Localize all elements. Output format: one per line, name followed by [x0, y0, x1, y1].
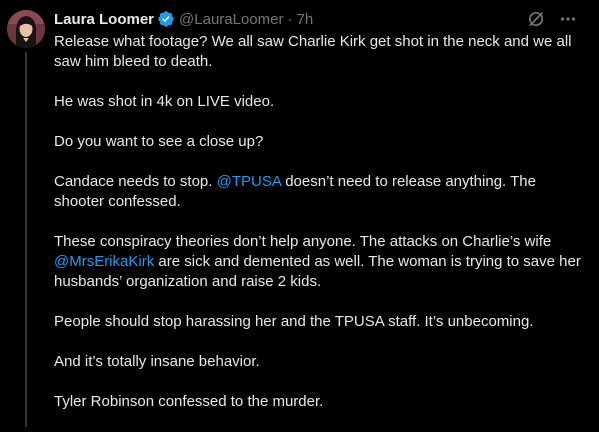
header-actions [527, 10, 577, 28]
tweet: Laura Loomer @LauraLoomer · 7h Release w… [0, 0, 599, 427]
author-name[interactable]: Laura Loomer [54, 11, 154, 28]
verified-badge-icon[interactable] [157, 10, 175, 28]
paragraph-text: Candace needs to stop. [54, 173, 217, 190]
mention-link-mrserikakirk[interactable]: @MrsErikaKirk [54, 253, 154, 270]
avatar[interactable] [7, 10, 45, 48]
paragraph-text: These conspiracy theories don’t help any… [54, 233, 552, 250]
tweet-paragraph-1: Release what footage? We all saw Charlie… [54, 33, 572, 70]
mention-link-tpusa[interactable]: @TPUSA [217, 173, 281, 190]
tweet-paragraph-8: Tyler Robinson confessed to the murder. [54, 393, 324, 410]
tweet-paragraph-2: He was shot in 4k on LIVE video. [54, 93, 275, 110]
tweet-paragraph-5: These conspiracy theories don’t help any… [54, 232, 584, 292]
tweet-paragraph-7: And it’s totally insane behavior. [54, 353, 260, 370]
separator-dot: · [287, 10, 293, 28]
more-options-icon[interactable] [559, 10, 577, 28]
tweet-paragraph-6: People should stop harassing her and the… [54, 313, 534, 330]
author-handle[interactable]: @LauraLoomer [179, 11, 283, 28]
grok-icon[interactable] [527, 10, 545, 28]
tweet-paragraph-4: Candace needs to stop. @TPUSA doesn’t ne… [54, 172, 584, 212]
tweet-header: Laura Loomer @LauraLoomer · 7h [54, 9, 313, 29]
tweet-paragraph-3: Do you want to see a close up? [54, 133, 264, 150]
timestamp[interactable]: 7h [296, 11, 313, 28]
tweet-body: Release what footage? We all saw Charlie… [54, 32, 584, 432]
thread-line [25, 52, 27, 427]
avatar-image [7, 10, 45, 48]
